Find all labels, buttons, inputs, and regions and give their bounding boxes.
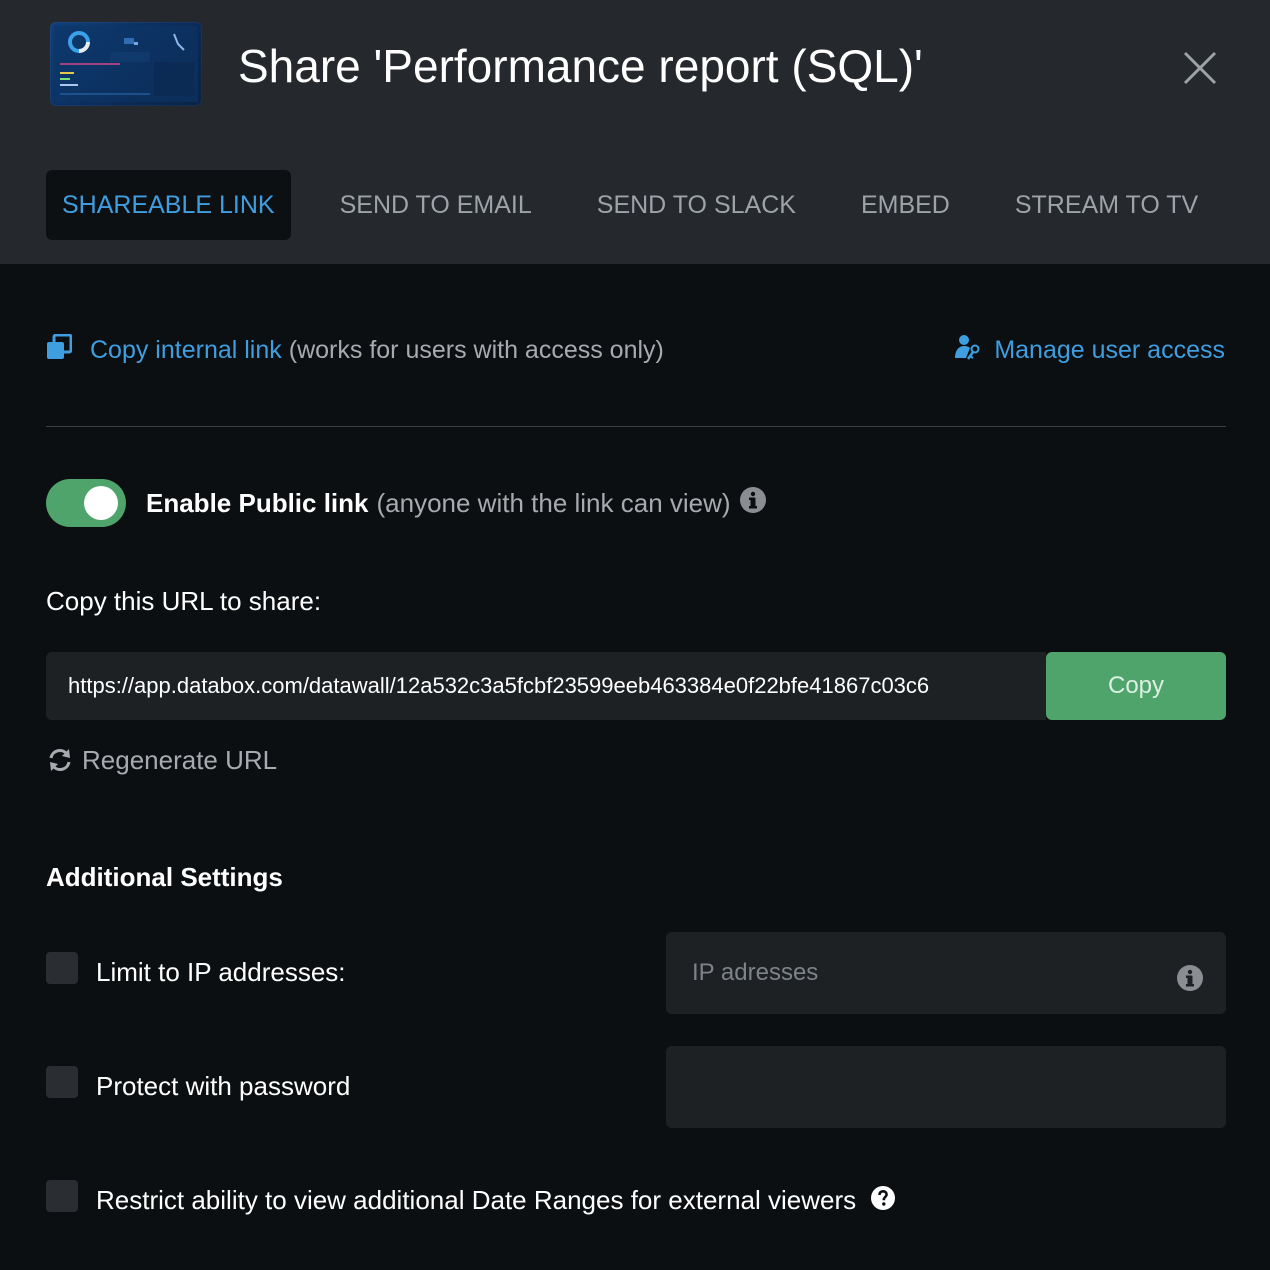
- manage-user-access-label: Manage user access: [994, 335, 1225, 364]
- tab-send-to-email[interactable]: SEND TO EMAIL: [340, 170, 532, 240]
- public-url-value: https://app.databox.com/datawall/12a532c…: [68, 673, 930, 698]
- copy-internal-link[interactable]: Copy internal link: [90, 336, 282, 365]
- password-checkbox[interactable]: [46, 1066, 78, 1098]
- public-link-note: (anyone with the link can view): [376, 487, 731, 518]
- restrict-date-ranges-label: Restrict ability to view additional Date…: [96, 1185, 857, 1215]
- info-icon[interactable]: [739, 486, 767, 521]
- tab-send-to-slack[interactable]: SEND TO SLACK: [597, 170, 796, 240]
- share-tabs: SHAREABLE LINK SEND TO EMAIL SEND TO SLA…: [46, 170, 1198, 240]
- manage-user-access-link[interactable]: Manage user access: [954, 330, 1225, 370]
- ip-addresses-input[interactable]: [692, 932, 1162, 1014]
- enable-public-link-label: Enable Public link: [146, 487, 369, 518]
- dialog-title: Share 'Performance report (SQL)': [238, 40, 923, 92]
- close-icon[interactable]: [1176, 44, 1224, 92]
- internal-link-note: (works for users with access only): [288, 335, 664, 364]
- question-icon[interactable]: [870, 1182, 896, 1222]
- password-input[interactable]: [692, 1046, 1162, 1128]
- restrict-date-ranges-row: Restrict ability to view additional Date…: [96, 1180, 896, 1222]
- refresh-icon: [49, 749, 71, 771]
- password-field: [666, 1046, 1226, 1128]
- additional-settings-heading: Additional Settings: [46, 862, 283, 892]
- dialog-header: Share 'Performance report (SQL)' SHAREAB…: [0, 0, 1270, 264]
- tab-embed[interactable]: EMBED: [861, 170, 950, 240]
- tab-stream-to-tv[interactable]: STREAM TO TV: [1015, 170, 1198, 240]
- password-label: Protect with password: [96, 1071, 351, 1101]
- internal-link-row: Copy internal link (works for users with…: [46, 330, 664, 370]
- info-icon[interactable]: [1176, 964, 1204, 997]
- copy-url-label: Copy this URL to share:: [46, 586, 322, 616]
- divider: [46, 426, 1226, 427]
- ip-limit-label: Limit to IP addresses:: [96, 957, 346, 987]
- restrict-date-ranges-checkbox[interactable]: [46, 1180, 78, 1212]
- public-link-toggle[interactable]: [46, 479, 126, 527]
- copy-url-button[interactable]: Copy: [1046, 652, 1226, 720]
- public-link-row: Enable Public link (anyone with the link…: [146, 483, 767, 523]
- toggle-knob: [84, 486, 118, 520]
- ip-limit-checkbox[interactable]: [46, 952, 78, 984]
- regenerate-url-button[interactable]: Regenerate URL: [46, 740, 277, 780]
- copy-icon[interactable]: [46, 333, 73, 367]
- ip-addresses-field: [666, 932, 1226, 1014]
- user-key-icon: [954, 333, 982, 368]
- regenerate-url-label: Regenerate URL: [82, 744, 278, 775]
- tab-shareable-link[interactable]: SHAREABLE LINK: [46, 170, 291, 240]
- public-url-field[interactable]: https://app.databox.com/datawall/12a532c…: [46, 652, 1046, 720]
- dashboard-thumbnail: [50, 22, 202, 106]
